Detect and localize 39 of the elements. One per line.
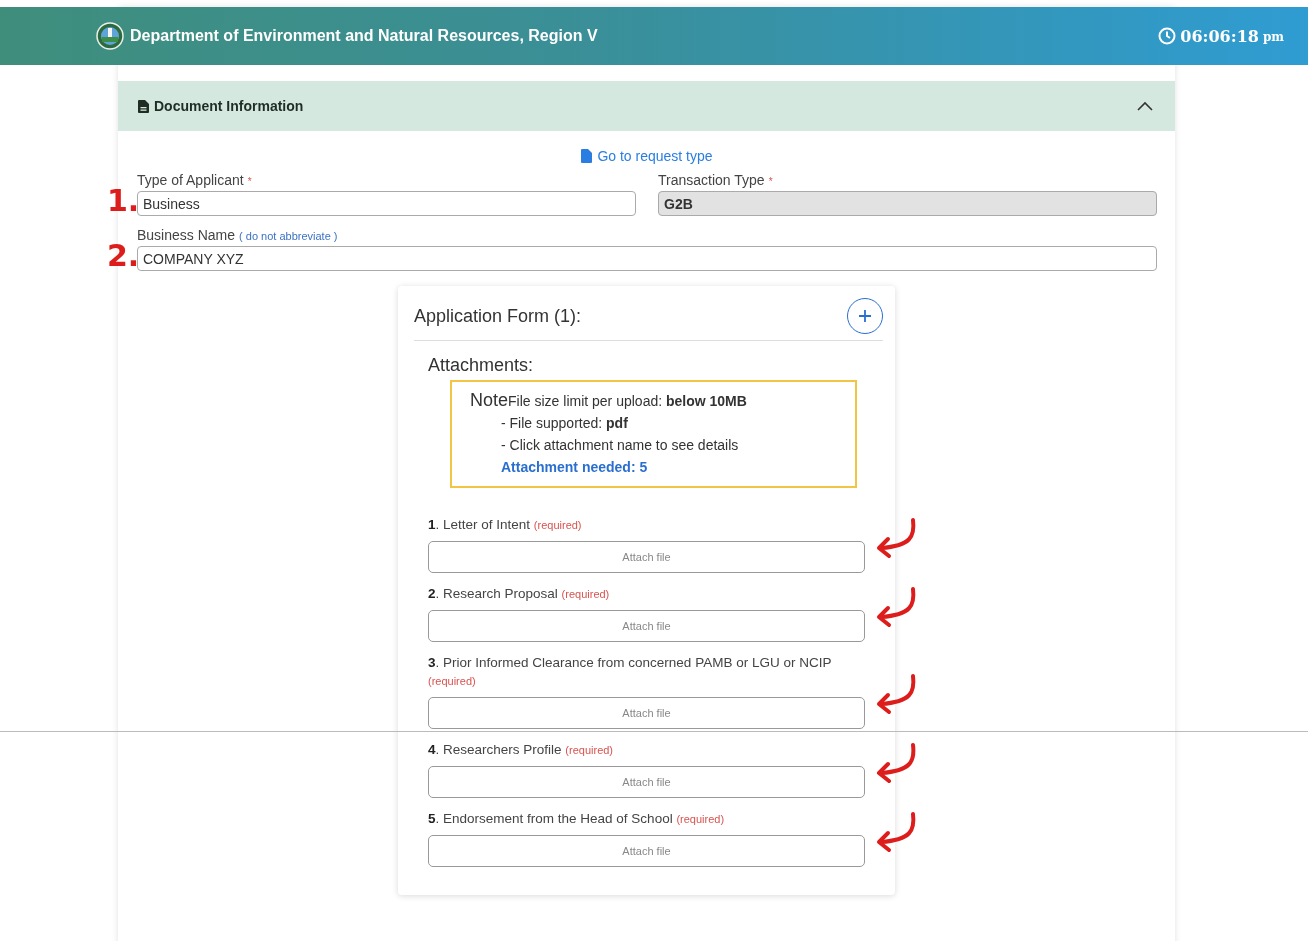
- attachments-heading: Attachments:: [428, 355, 535, 376]
- attach-file-button[interactable]: Attach file: [428, 697, 865, 729]
- note-text: - File supported: pdf: [501, 414, 629, 433]
- attachment-label[interactable]: 4. Researchers Profile (required): [428, 741, 865, 759]
- form-title: Application Form (1):: [414, 305, 582, 327]
- attach-file-button[interactable]: Attach file: [428, 541, 865, 573]
- file-icon: [581, 149, 593, 163]
- field-label: Business Name: [137, 227, 236, 243]
- clock-period: pm: [1262, 30, 1284, 44]
- note-text: - Click attachment name to see details: [501, 436, 740, 455]
- note-text: File size limit per upload: below 10MB: [508, 392, 747, 411]
- request-type-link[interactable]: Go to request type: [581, 148, 713, 164]
- add-button[interactable]: [847, 298, 883, 334]
- site-title: Department of Environment and Natural Resources, Region V: [130, 27, 598, 45]
- handwritten-number: 1.: [107, 183, 140, 218]
- attachment-label[interactable]: 2. Research Proposal (required): [428, 585, 865, 603]
- attach-file-button[interactable]: Attach file: [428, 766, 865, 798]
- seal-logo-icon: [96, 22, 124, 50]
- attachment-label[interactable]: 1. Letter of Intent (required): [428, 516, 865, 534]
- field-hint: ( do not abbreviate ): [239, 230, 338, 242]
- document-icon: [138, 99, 149, 113]
- clock-time: 06:06:18: [1180, 26, 1259, 46]
- field-label: Type of Applicant: [137, 172, 244, 188]
- section-title: Document Information: [154, 98, 304, 114]
- attachment-label[interactable]: 3. Prior Informed Clearance from concerned PAMB or LGU or NCIP (required): [428, 654, 865, 690]
- attach-file-button[interactable]: Attach file: [428, 610, 865, 642]
- plus-icon: [859, 310, 871, 322]
- attach-file-button[interactable]: Attach file: [428, 835, 865, 867]
- clock-icon: [1158, 27, 1177, 45]
- note-label: Note: [470, 390, 509, 411]
- attachment-label[interactable]: 5. Endorsement from the Head of School (required): [428, 810, 865, 828]
- text-field[interactable]: Business: [137, 191, 636, 216]
- required-mark: *: [247, 176, 252, 187]
- field-label: Transaction Type: [658, 172, 765, 188]
- required-mark: *: [768, 176, 773, 187]
- attachment-count: Attachment needed: 5: [501, 458, 649, 477]
- section-header[interactable]: Document Information: [118, 81, 1175, 131]
- chevron-icon[interactable]: [1137, 101, 1153, 111]
- text-field[interactable]: COMPANY XYZ: [137, 246, 1157, 271]
